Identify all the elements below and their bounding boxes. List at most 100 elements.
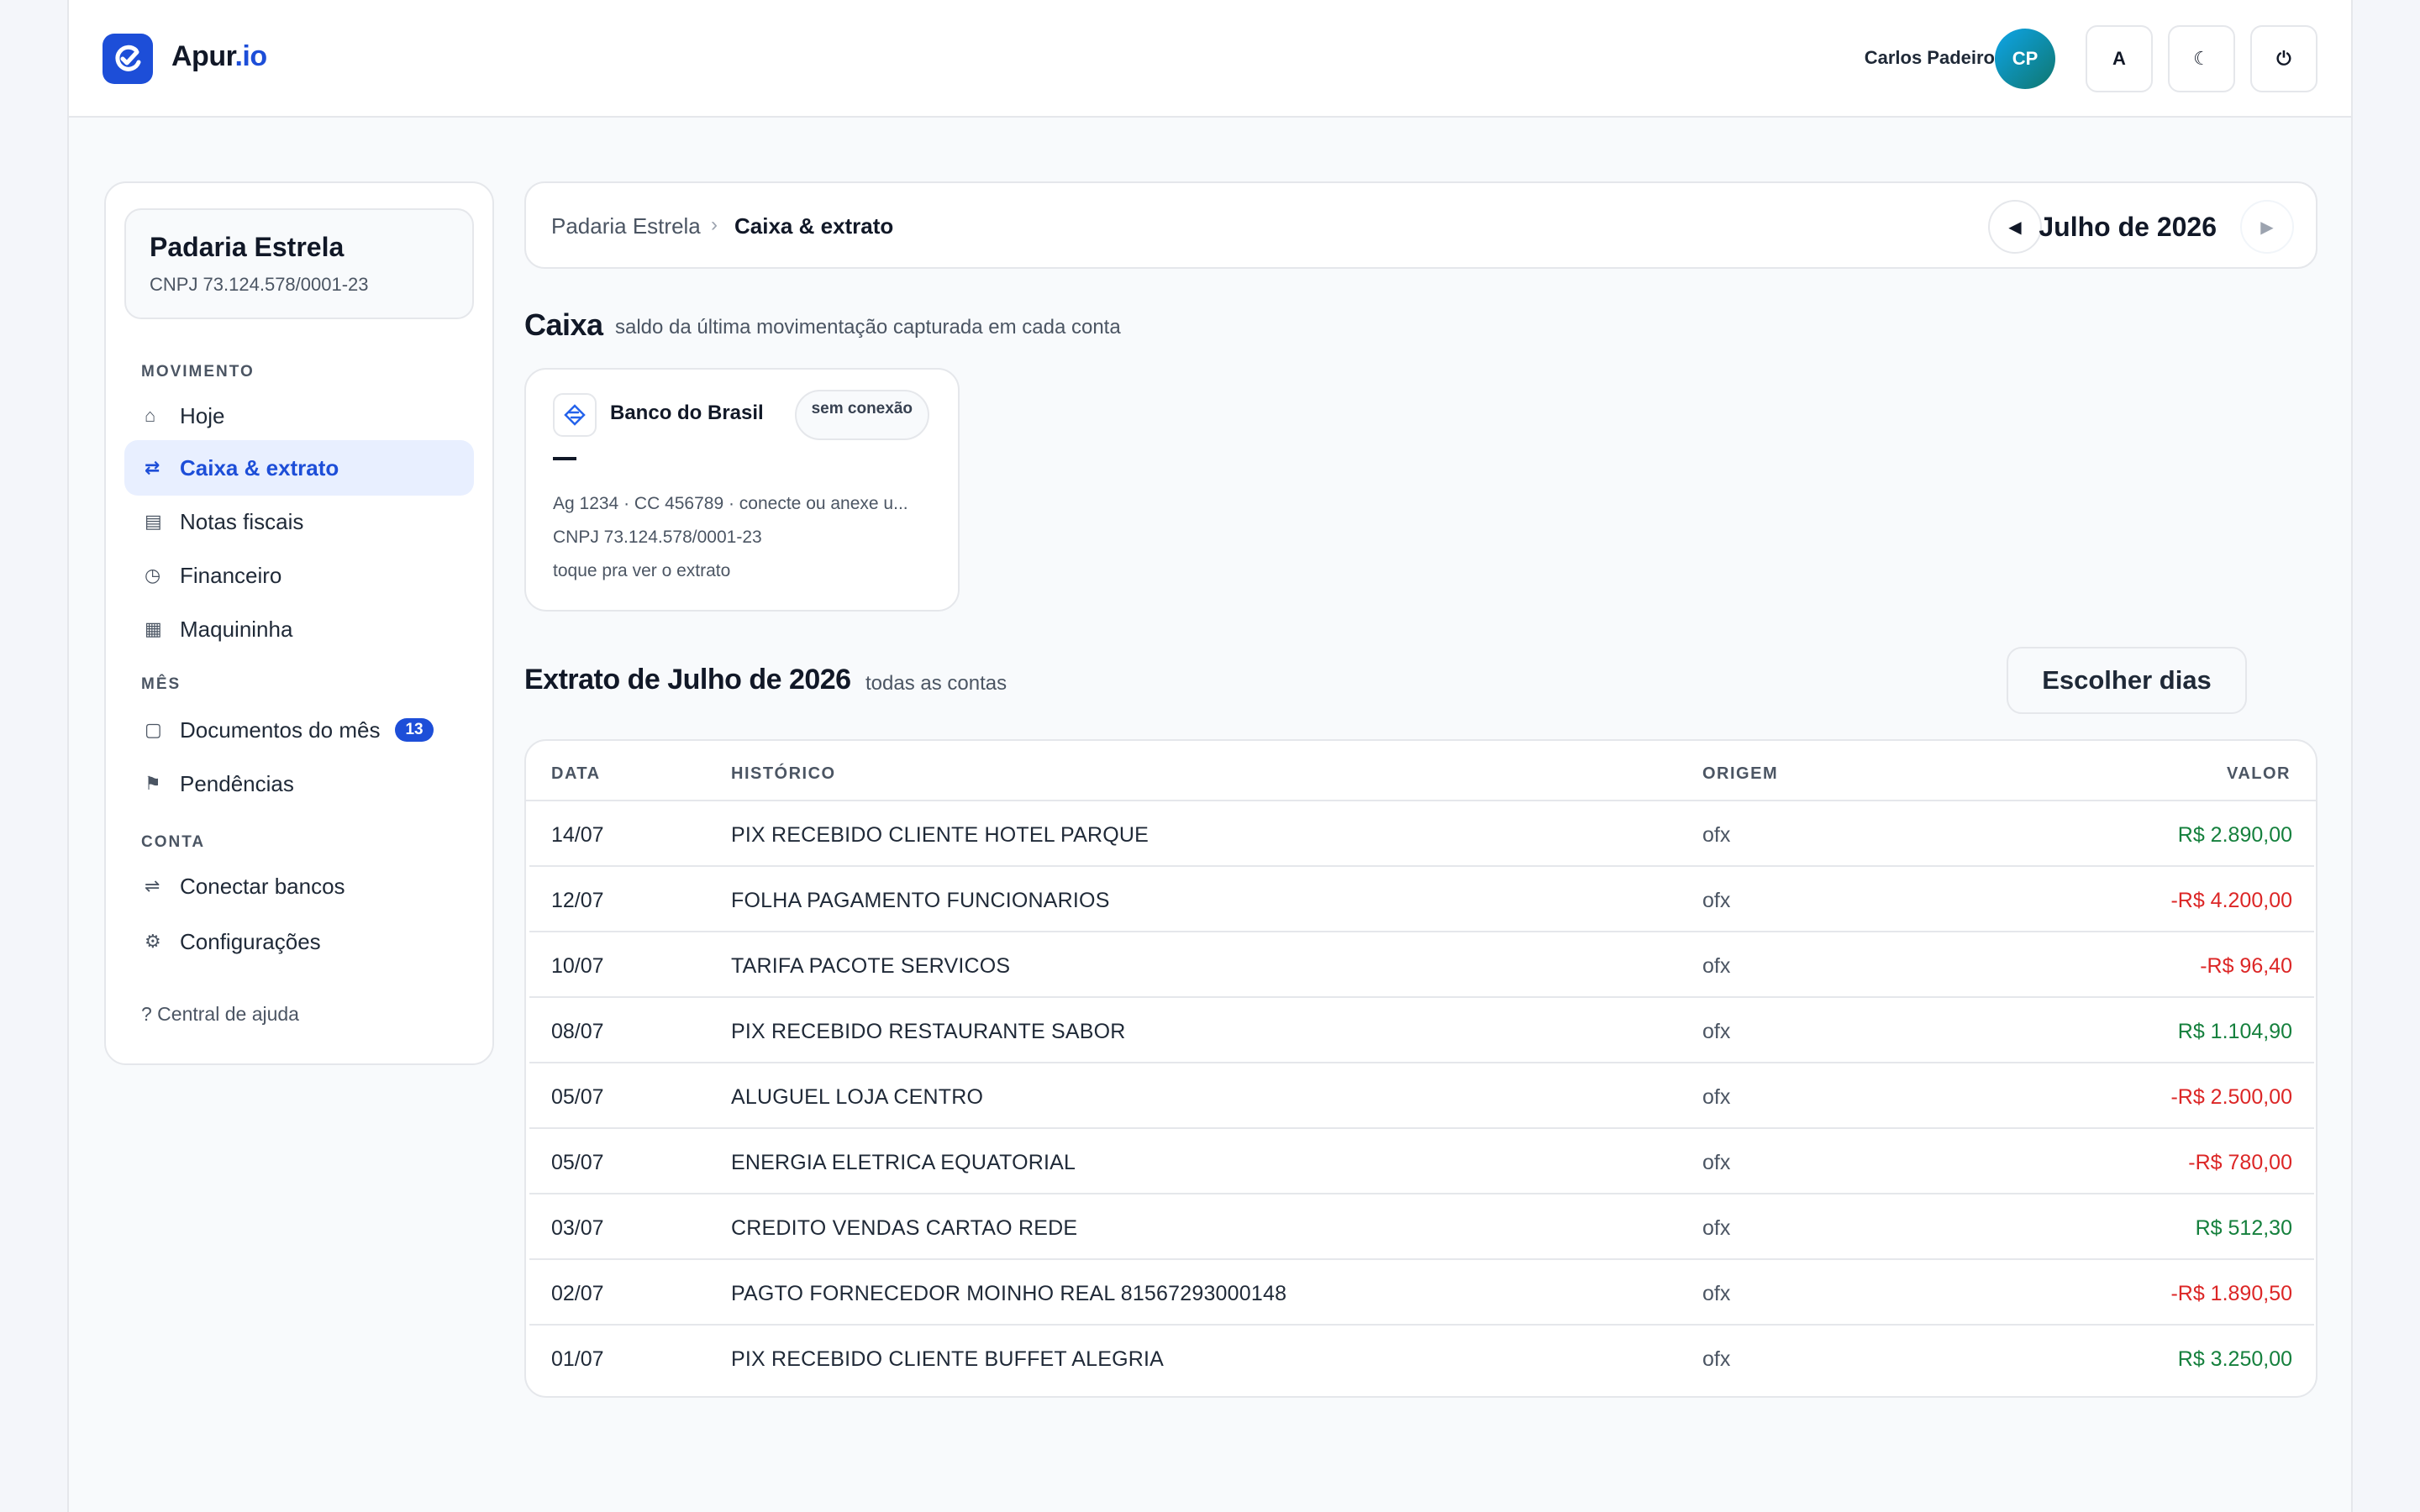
- row-date: 10/07: [551, 954, 604, 978]
- row-date: 05/07: [551, 1151, 604, 1174]
- table-row[interactable]: 10/07 TARIFA PACOTE SERVICOS ofx -R$ 96,40: [529, 932, 2314, 998]
- sidebar-item-label: Conectar bancos: [180, 873, 345, 899]
- home-icon: ⌂: [145, 405, 156, 426]
- bank-logo-icon: [553, 393, 597, 437]
- sidebar-item-label: Documentos do mês: [180, 717, 381, 743]
- help-center-link[interactable]: ? Central de ajuda: [141, 1003, 299, 1026]
- row-origin: ofx: [1702, 1347, 1731, 1371]
- row-value: R$ 512,30: [2195, 1216, 2292, 1240]
- row-date: 14/07: [551, 823, 604, 847]
- row-history: TARIFA PACOTE SERVICOS: [731, 954, 1011, 978]
- row-value: R$ 2.890,00: [2177, 823, 2292, 847]
- transfer-icon: ⇄: [145, 457, 160, 478]
- row-value: R$ 1.104,90: [2177, 1020, 2292, 1043]
- row-history: ENERGIA ELETRICA EQUATORIAL: [731, 1151, 1076, 1174]
- moon-icon: ☾: [2193, 48, 2210, 69]
- sidebar-item-caixa-extrato[interactable]: ⇄ Caixa & extrato: [124, 440, 474, 496]
- logo-icon[interactable]: [103, 34, 153, 84]
- logo-text-tld: .io: [234, 40, 267, 72]
- column-header-value[interactable]: VALOR: [2227, 764, 2291, 784]
- sidebar-item-label: Notas fiscais: [180, 508, 304, 534]
- row-origin: ofx: [1702, 1020, 1731, 1043]
- flag-icon: ⚑: [145, 773, 161, 794]
- user-name: Carlos Padeiro: [1864, 47, 1995, 68]
- logo-wordmark[interactable]: Apur.io: [171, 40, 267, 73]
- sidebar-item-financeiro[interactable]: ◷ Financeiro: [124, 548, 474, 603]
- sidebar-item-hoje[interactable]: ⌂ Hoje: [124, 388, 474, 444]
- font-size-button[interactable]: A: [2086, 25, 2153, 92]
- power-icon: ⏻: [2276, 48, 2291, 69]
- table-row[interactable]: 05/07 ALUGUEL LOJA CENTRO ofx -R$ 2.500,00: [529, 1063, 2314, 1129]
- sidebar-item-notas-fiscais[interactable]: ▤ Notas fiscais: [124, 494, 474, 549]
- row-date: 05/07: [551, 1085, 604, 1109]
- breadcrumb-separator-icon: ›: [711, 213, 718, 236]
- caixa-title: Caixa: [524, 307, 603, 342]
- theme-toggle-button[interactable]: ☾: [2168, 25, 2235, 92]
- column-header-history[interactable]: HISTÓRICO: [731, 764, 836, 784]
- invoice-icon: ▤: [145, 511, 162, 532]
- bank-account-details: Ag 1234 · CC 456789 · conecte ou anexe u…: [553, 494, 908, 513]
- month-label: Julho de 2026: [2039, 212, 2217, 242]
- row-history: CREDITO VENDAS CARTAO REDE: [731, 1216, 1078, 1240]
- sidebar-item-label: Hoje: [180, 402, 225, 428]
- logout-button[interactable]: ⏻: [2250, 25, 2317, 92]
- section-label-conta: CONTA: [141, 833, 206, 851]
- breadcrumb-current: Caixa & extrato: [734, 213, 894, 239]
- bank-name: Banco do Brasil: [610, 402, 764, 424]
- column-header-date[interactable]: DATA: [551, 764, 601, 784]
- table-row[interactable]: 05/07 ENERGIA ELETRICA EQUATORIAL ofx -R$ 7…: [529, 1129, 2314, 1194]
- breadcrumb: Padaria Estrela › Caixa & extrato ◀ Julh…: [524, 181, 2317, 269]
- sidebar-item-documentos-do-mes[interactable]: ▢ Documentos do mês 13: [124, 702, 474, 758]
- table-row[interactable]: 01/07 PIX RECEBIDO CLIENTE BUFFET ALEGRIA…: [529, 1326, 2314, 1391]
- table-row[interactable]: 03/07 CREDITO VENDAS CARTAO REDE ofx R$ 512…: [529, 1194, 2314, 1260]
- next-month-button[interactable]: ▶: [2240, 200, 2294, 254]
- clock-icon: ◷: [145, 564, 161, 585]
- row-origin: ofx: [1702, 889, 1731, 912]
- bank-account-card[interactable]: Banco do Brasil sem conexão — Ag 1234 · …: [524, 368, 960, 612]
- avatar[interactable]: CP: [1995, 29, 2055, 89]
- row-value: -R$ 4.200,00: [2170, 889, 2292, 912]
- company-cnpj: CNPJ 73.124.578/0001-23: [150, 274, 369, 295]
- row-value: -R$ 1.890,50: [2170, 1282, 2292, 1305]
- row-value: -R$ 2.500,00: [2170, 1085, 2292, 1109]
- row-date: 01/07: [551, 1347, 604, 1371]
- sidebar-item-label: Caixa & extrato: [180, 454, 339, 480]
- extrato-subtitle: todas as contas: [865, 672, 1007, 695]
- sidebar-item-conectar-bancos[interactable]: ⇌ Conectar bancos: [124, 858, 474, 914]
- sidebar-item-maquininha[interactable]: ▦ Maquininha: [124, 601, 474, 657]
- documents-count-badge: 13: [395, 718, 434, 742]
- table-row[interactable]: 02/07 PAGTO FORNECEDOR MOINHO REAL 815672…: [529, 1260, 2314, 1326]
- company-name: Padaria Estrela: [150, 232, 345, 262]
- connection-status-badge: sem conexão: [794, 390, 929, 440]
- sidebar-item-label: Maquininha: [180, 616, 293, 642]
- table-header: DATA HISTÓRICO ORIGEM VALOR: [526, 741, 2316, 801]
- breadcrumb-root[interactable]: Padaria Estrela: [551, 213, 701, 239]
- previous-month-button[interactable]: ◀: [1988, 200, 2042, 254]
- table-row[interactable]: 14/07 PIX RECEBIDO CLIENTE HOTEL PARQUE of…: [529, 801, 2314, 867]
- row-value: R$ 3.250,00: [2177, 1347, 2292, 1371]
- row-date: 08/07: [551, 1020, 604, 1043]
- bank-balance: —: [553, 457, 576, 460]
- row-origin: ofx: [1702, 954, 1731, 978]
- row-history: FOLHA PAGAMENTO FUNCIONARIOS: [731, 889, 1110, 912]
- sidebar-item-label: Configurações: [180, 928, 321, 954]
- chevron-left-icon: ◀: [2008, 218, 2022, 237]
- connect-icon: ⇌: [145, 875, 160, 896]
- sidebar-item-pendencias[interactable]: ⚑ Pendências: [124, 756, 474, 811]
- row-history: PIX RECEBIDO RESTAURANTE SABOR: [731, 1020, 1126, 1043]
- table-row[interactable]: 12/07 FOLHA PAGAMENTO FUNCIONARIOS ofx -R$ …: [529, 867, 2314, 932]
- logo-text-main: Apur: [171, 40, 235, 72]
- column-header-origin[interactable]: ORIGEM: [1702, 764, 1778, 784]
- choose-days-button[interactable]: Escolher dias: [2007, 647, 2247, 714]
- row-value: -R$ 780,00: [2188, 1151, 2292, 1174]
- gear-icon: ⚙: [145, 931, 161, 952]
- sidebar-item-configuracoes[interactable]: ⚙ Configurações: [124, 914, 474, 969]
- section-label-mes: MÊS: [141, 675, 182, 693]
- row-origin: ofx: [1702, 1085, 1731, 1109]
- row-origin: ofx: [1702, 1282, 1731, 1305]
- row-origin: ofx: [1702, 1151, 1731, 1174]
- table-row[interactable]: 08/07 PIX RECEBIDO RESTAURANTE SABOR ofx R$…: [529, 998, 2314, 1063]
- sidebar: Padaria Estrela CNPJ 73.124.578/0001-23 …: [104, 181, 494, 1065]
- company-card[interactable]: Padaria Estrela CNPJ 73.124.578/0001-23: [124, 208, 474, 319]
- statement-table: DATA HISTÓRICO ORIGEM VALOR 14/07 PIX REC…: [524, 739, 2317, 1398]
